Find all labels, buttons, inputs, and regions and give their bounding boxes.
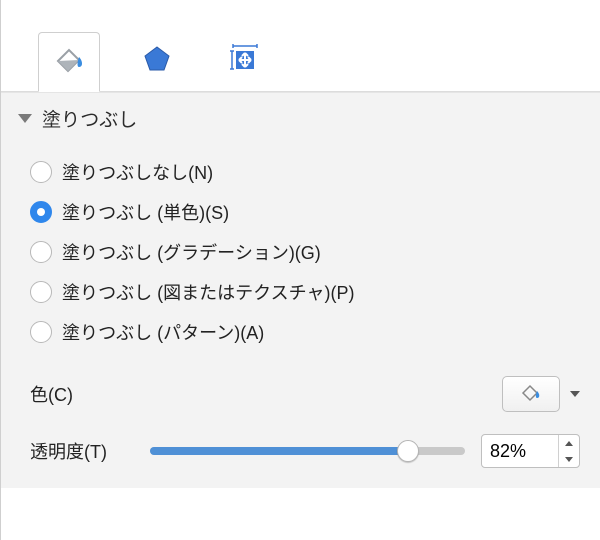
transparency-input[interactable]	[482, 435, 558, 467]
radio-icon	[30, 321, 52, 343]
slider-thumb[interactable]	[397, 440, 419, 462]
spinner-up-button[interactable]	[559, 435, 579, 451]
transparency-row: 透明度(T)	[30, 412, 600, 488]
radio-icon	[30, 241, 52, 263]
color-picker-button[interactable]	[502, 376, 560, 412]
pentagon-icon	[142, 44, 172, 79]
slider-fill	[150, 447, 408, 455]
color-label: 色(C)	[30, 381, 150, 407]
chevron-down-icon	[565, 457, 573, 462]
fill-option-gradient[interactable]: 塗りつぶし (グラデーション)(G)	[30, 232, 600, 272]
radio-icon	[30, 161, 52, 183]
radio-icon	[30, 281, 52, 303]
radio-label: 塗りつぶし (パターン)(A)	[62, 319, 264, 345]
fill-option-solid[interactable]: 塗りつぶし (単色)(S)	[30, 192, 600, 232]
color-row: 色(C)	[30, 352, 600, 412]
transparency-label: 透明度(T)	[30, 438, 150, 464]
tab-strip	[0, 0, 600, 92]
spinner-buttons	[558, 435, 579, 467]
fill-option-pattern[interactable]: 塗りつぶし (パターン)(A)	[30, 312, 600, 352]
section-title: 塗りつぶし	[42, 105, 137, 132]
radio-label: 塗りつぶし (単色)(S)	[62, 199, 229, 225]
radio-label: 塗りつぶし (グラデーション)(G)	[62, 239, 321, 265]
paint-bucket-small-icon	[520, 381, 542, 408]
transparency-slider[interactable]	[150, 447, 465, 455]
tab-fill[interactable]	[38, 32, 100, 92]
fill-option-none[interactable]: 塗りつぶしなし(N)	[30, 152, 600, 192]
size-arrows-icon	[228, 42, 262, 81]
tab-shape[interactable]	[126, 31, 188, 91]
panel-left-border	[0, 0, 1, 540]
transparency-slider-area	[150, 434, 580, 468]
radio-label: 塗りつぶしなし(N)	[62, 159, 213, 185]
radio-selected-icon	[30, 201, 52, 223]
radio-inner-dot	[37, 208, 45, 216]
chevron-up-icon	[565, 441, 573, 446]
spinner-down-button[interactable]	[559, 451, 579, 467]
paint-bucket-icon	[52, 43, 86, 82]
disclosure-triangle-icon	[18, 114, 32, 123]
radio-label: 塗りつぶし (図またはテクスチャ)(P)	[62, 279, 354, 305]
format-pane: 塗りつぶし 塗りつぶしなし(N) 塗りつぶし (単色)(S) 塗りつぶし (グラ…	[0, 0, 600, 540]
fill-section-header[interactable]: 塗りつぶし	[0, 93, 600, 144]
dropdown-caret-icon[interactable]	[570, 391, 580, 397]
tab-size[interactable]	[214, 31, 276, 91]
fill-section: 塗りつぶし 塗りつぶしなし(N) 塗りつぶし (単色)(S) 塗りつぶし (グラ…	[0, 92, 600, 488]
transparency-spinner	[481, 434, 580, 468]
fill-section-body: 塗りつぶしなし(N) 塗りつぶし (単色)(S) 塗りつぶし (グラデーション)…	[0, 144, 600, 488]
fill-option-picture[interactable]: 塗りつぶし (図またはテクスチャ)(P)	[30, 272, 600, 312]
